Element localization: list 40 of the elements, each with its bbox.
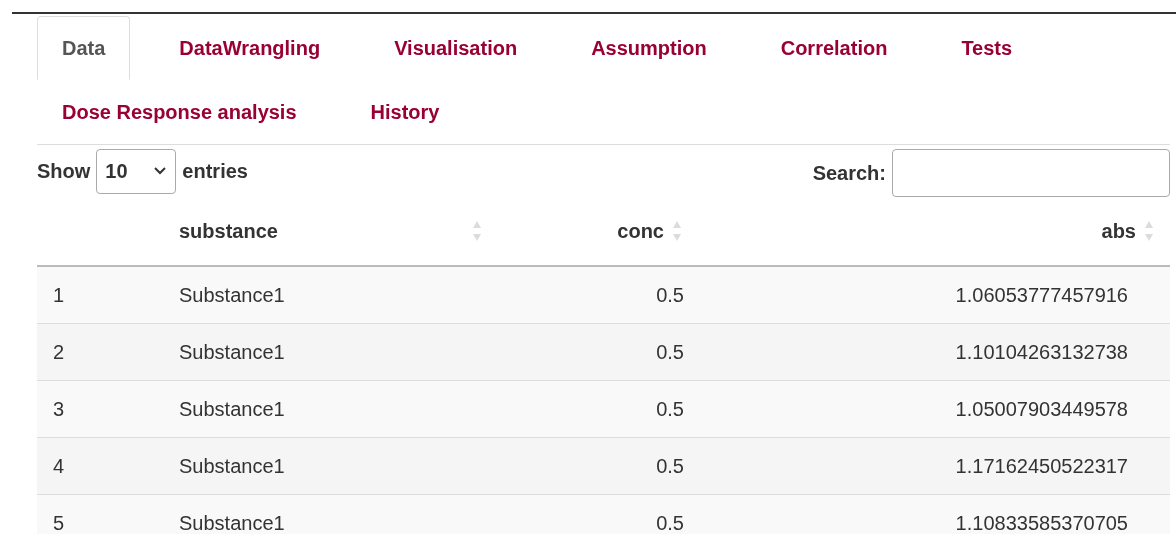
tab[interactable]: Visualisation — [369, 16, 543, 80]
tab[interactable]: Tests — [936, 16, 1038, 80]
table-cell-text: Substance1 — [179, 397, 285, 422]
table-cell-text: 1.10104263132738 — [955, 340, 1128, 365]
table-cell-text: 0.5 — [656, 283, 684, 308]
table-cell-text: 1.10833585370705 — [955, 511, 1128, 534]
table-cell-text: 1 — [53, 283, 65, 308]
chevron-down-icon — [153, 166, 168, 176]
entries-select[interactable]: 10 — [96, 148, 177, 194]
search-label: Search: — [812, 161, 886, 186]
tab[interactable]: DataWrangling — [154, 16, 346, 80]
table-cell-text: Substance1 — [179, 454, 285, 479]
column-header[interactable]: abs — [1101, 216, 1136, 246]
table-cell-text: Substance1 — [179, 340, 285, 365]
sort-icon — [1144, 220, 1154, 242]
table-cell-text: 1.06053777457916 — [955, 283, 1128, 308]
table-cell-text: Substance1 — [179, 511, 285, 534]
table-cell-text: 1.17162450522317 — [955, 454, 1128, 479]
tab[interactable]: History — [345, 80, 465, 144]
tab[interactable]: Dose Response analysis — [37, 80, 322, 144]
table-cell-text: 1.05007903449578 — [955, 397, 1128, 422]
tab[interactable]: Correlation — [755, 16, 913, 80]
column-header[interactable]: conc — [617, 216, 664, 246]
entries-label: entries — [182, 159, 248, 184]
table-cell-text: 3 — [53, 397, 65, 422]
sort-icon — [672, 220, 682, 242]
sort-icon — [472, 220, 482, 242]
tab[interactable]: Assumption — [566, 16, 732, 80]
table-cell-text: Substance1 — [179, 283, 285, 308]
tab[interactable]: Data — [37, 16, 131, 80]
search-field[interactable] — [892, 149, 1170, 197]
table-cell-text: 5 — [53, 511, 65, 534]
table-cell-text: 4 — [53, 454, 65, 479]
table-cell-text: 2 — [53, 340, 65, 365]
table-cell-text: 0.5 — [656, 340, 684, 365]
table-cell-text: 0.5 — [656, 397, 684, 422]
show-label: Show — [37, 159, 91, 184]
column-header[interactable]: substance — [179, 216, 278, 246]
table-cell-text: 0.5 — [656, 511, 684, 534]
table-cell-text: 0.5 — [656, 454, 684, 479]
